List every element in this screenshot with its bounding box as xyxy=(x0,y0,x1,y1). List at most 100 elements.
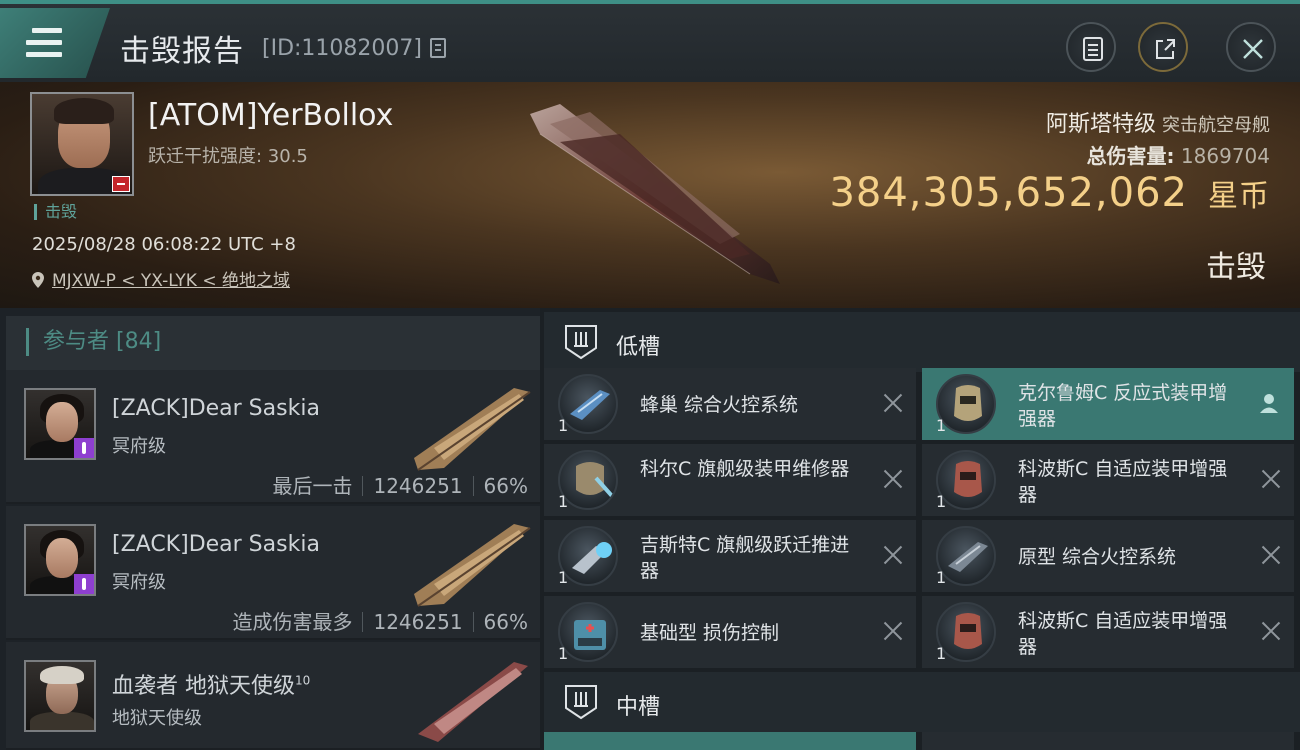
victim-avatar[interactable] xyxy=(30,92,134,196)
participant-row[interactable]: 血袭者 地狱天使级10 地狱天使级 xyxy=(6,642,540,750)
stat-damage: 1246251 xyxy=(373,474,463,498)
module-item[interactable]: 1 科尔C 旗舰级装甲维修器 xyxy=(544,444,916,516)
destroyed-x-icon xyxy=(882,620,904,642)
destroyed-x-icon xyxy=(882,392,904,414)
mid-slot-label: 中槽 xyxy=(616,695,661,720)
location-link[interactable]: MJXW-P < YX-LYK < 绝地之域 xyxy=(52,271,290,291)
avatar xyxy=(24,524,96,596)
participant-name-text: 血袭者 地狱天使级 xyxy=(112,674,295,699)
module-name: 科波斯C 自适应装甲增强器 xyxy=(1018,458,1228,506)
mid-slot-icon xyxy=(565,685,597,720)
user-icon xyxy=(1260,394,1278,413)
total-damage: 总伤害量: 1869704 xyxy=(1087,140,1270,169)
stat-label: 最后一击 xyxy=(272,474,353,498)
close-icon xyxy=(1243,39,1263,59)
kill-time: 2025/08/28 06:08:22 UTC +8 xyxy=(32,234,296,255)
participant-ship-image xyxy=(414,524,531,607)
damage-value: 1869704 xyxy=(1180,144,1270,168)
module-item[interactable]: 1 吉斯特C 旗舰级跃迁推进器 xyxy=(544,520,916,592)
module-name: 基础型 损伤控制 xyxy=(640,622,780,644)
participant-ship-image xyxy=(418,662,528,742)
isk-amount: 384,305,652,062 xyxy=(829,170,1188,216)
module-item[interactable]: 1 科波斯C 自适应装甲增强器 xyxy=(922,444,1294,516)
stat-percent: 66% xyxy=(483,610,528,634)
module-name: 科波斯C 自适应装甲增强器 xyxy=(1018,610,1228,658)
low-slot-icon xyxy=(565,325,597,360)
kill-tag: 击毁 xyxy=(34,204,77,220)
victim-summary: [ATOM]YerBollox 跃迁干扰强度: 30.5 击毁 2025/08/… xyxy=(0,82,1300,308)
victim-ship-name[interactable]: 阿斯塔特级 突击航空母舰 xyxy=(1046,106,1270,138)
module-count: 1 xyxy=(936,492,947,511)
module-name: 科尔C 旗舰级装甲维修器 xyxy=(640,458,850,480)
participant-stat: 造成伤害最多 1246251 66% xyxy=(232,606,528,635)
module-count: 1 xyxy=(936,416,947,435)
participant-ship: 地狱天使级 xyxy=(112,708,202,729)
title-bar: 击毁报告 [ID:11082007] xyxy=(0,0,1300,82)
participants-header: 参与者 [84] xyxy=(6,316,540,370)
isk-value: 384,305,652,062 星币 xyxy=(829,170,1270,216)
copy-icon[interactable] xyxy=(430,38,446,58)
avatar xyxy=(24,388,96,460)
participant-name: [ZACK]Dear Saskia xyxy=(112,532,320,557)
destroyed-x-icon xyxy=(1260,620,1282,642)
minus-badge-icon xyxy=(112,176,130,192)
participant-stat: 最后一击 1246251 66% xyxy=(272,470,528,499)
stat-damage: 1246251 xyxy=(373,610,463,634)
close-button[interactable] xyxy=(1226,22,1276,72)
participant-name: 血袭者 地狱天使级10 xyxy=(112,668,310,700)
module-name: 蜂巢 综合火控系统 xyxy=(640,394,799,416)
stat-percent: 66% xyxy=(483,474,528,498)
destroyed-x-icon xyxy=(882,468,904,490)
warp-disruption: 跃迁干扰强度: 30.5 xyxy=(148,146,308,167)
module-item[interactable]: 1 克尔鲁姆C 反应式装甲增强器 xyxy=(922,368,1294,440)
participant-ship: 冥府级 xyxy=(112,436,166,457)
victim-ship-image xyxy=(530,104,780,284)
participant-row[interactable]: [ZACK]Dear Saskia 冥府级 造成伤害最多 1246251 66% xyxy=(6,506,540,640)
module-count: 1 xyxy=(558,416,569,435)
clipboard-icon xyxy=(1083,37,1103,61)
module-item-partial[interactable] xyxy=(922,732,1294,750)
share-button[interactable] xyxy=(1138,22,1188,72)
module-name: 原型 综合火控系统 xyxy=(1018,546,1177,568)
participants-count: 参与者 [84] xyxy=(26,328,161,356)
destroyed-x-icon xyxy=(882,544,904,566)
avatar xyxy=(24,660,96,732)
low-slot-label: 低槽 xyxy=(616,335,661,360)
hamburger-icon xyxy=(26,28,62,58)
module-count: 1 xyxy=(558,568,569,587)
module-count: 1 xyxy=(936,568,947,587)
participant-level: 10 xyxy=(295,673,311,688)
menu-button[interactable] xyxy=(0,8,110,78)
location-pin-icon xyxy=(32,272,44,288)
share-icon xyxy=(1156,39,1175,59)
mid-slot-header[interactable]: 中槽 xyxy=(544,672,1300,732)
kill-location[interactable]: MJXW-P < YX-LYK < 绝地之域 xyxy=(32,266,290,291)
stat-label: 造成伤害最多 xyxy=(232,610,353,634)
module-count: 1 xyxy=(558,644,569,663)
participant-row[interactable]: [ZACK]Dear Saskia 冥府级 最后一击 1246251 66% xyxy=(6,370,540,504)
participant-ship: 冥府级 xyxy=(112,572,166,593)
clipboard-button[interactable] xyxy=(1066,22,1116,72)
module-item-partial[interactable] xyxy=(544,732,916,750)
module-item[interactable]: 1 蜂巢 综合火控系统 xyxy=(544,368,916,440)
module-item[interactable]: 1 基础型 损伤控制 xyxy=(544,596,916,668)
fittings-panel: 低槽 1 蜂巢 综合火控系统 1 克尔鲁姆C 反应式装甲增强器 1 科尔C 旗舰… xyxy=(540,308,1300,750)
low-slot-header[interactable]: 低槽 xyxy=(544,312,1300,372)
victim-name[interactable]: [ATOM]YerBollox xyxy=(148,98,393,133)
isk-unit: 星币 xyxy=(1208,179,1270,214)
module-item[interactable]: 1 科波斯C 自适应装甲增强器 xyxy=(922,596,1294,668)
participant-ship-image xyxy=(414,388,531,471)
report-id: [ID:11082007] xyxy=(262,36,422,61)
module-count: 1 xyxy=(936,644,947,663)
ship-class-text: 突击航空母舰 xyxy=(1162,115,1270,136)
page-title: 击毁报告 xyxy=(120,34,244,69)
destroyed-x-icon xyxy=(1260,468,1282,490)
module-count: 1 xyxy=(558,492,569,511)
module-name: 吉斯特C 旗舰级跃迁推进器 xyxy=(640,534,850,582)
destroyed-x-icon xyxy=(1260,544,1282,566)
module-item[interactable]: 1 原型 综合火控系统 xyxy=(922,520,1294,592)
status-tag-icon xyxy=(74,574,94,594)
ship-name-text: 阿斯塔特级 xyxy=(1045,112,1156,137)
status-tag-icon xyxy=(74,438,94,458)
participant-name: [ZACK]Dear Saskia xyxy=(112,396,320,421)
